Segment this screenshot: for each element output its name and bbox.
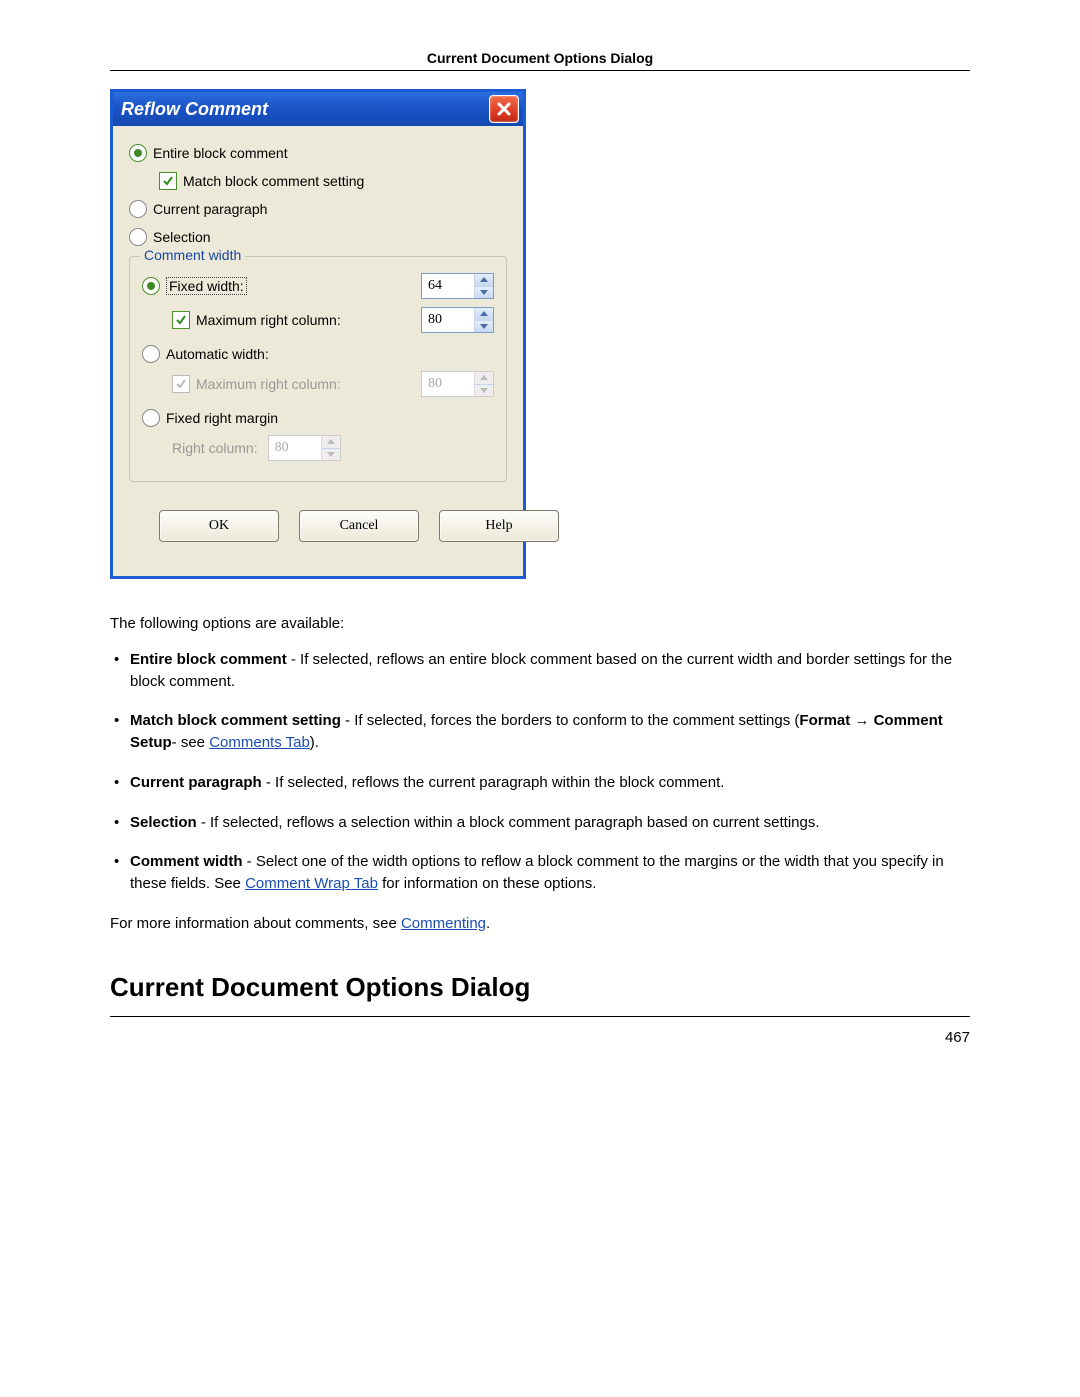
- fixed-width-input[interactable]: [422, 274, 474, 298]
- document-body: The following options are available: Ent…: [110, 613, 970, 1049]
- ok-button[interactable]: OK: [159, 510, 279, 542]
- checkbox-auto-max: [172, 375, 190, 393]
- dialog-titlebar: Reflow Comment: [113, 92, 523, 126]
- spin-up-icon[interactable]: [475, 308, 493, 321]
- auto-max-spinner: [421, 371, 494, 397]
- help-button[interactable]: Help: [439, 510, 559, 542]
- spin-down-icon[interactable]: [475, 287, 493, 299]
- list-item: Match block comment setting - If selecte…: [110, 710, 970, 754]
- comment-width-group: Comment width Fixed width:: [129, 256, 507, 482]
- checkbox-auto-max-label: Maximum right column:: [196, 376, 341, 392]
- checkbox-fixed-max[interactable]: [172, 311, 190, 329]
- radio-fixed-margin[interactable]: [142, 409, 160, 427]
- more-info-text: For more information about comments, see…: [110, 913, 970, 935]
- checkbox-match-setting-label: Match block comment setting: [183, 173, 364, 189]
- spin-up-icon[interactable]: [475, 274, 493, 287]
- cancel-button[interactable]: Cancel: [299, 510, 419, 542]
- fixed-max-spinner[interactable]: [421, 307, 494, 333]
- page-number: 467: [945, 1029, 970, 1046]
- close-icon[interactable]: [489, 95, 519, 123]
- radio-auto-width[interactable]: [142, 345, 160, 363]
- checkbox-match-setting[interactable]: [159, 172, 177, 190]
- radio-entire-block-label: Entire block comment: [153, 145, 288, 161]
- list-item: Selection - If selected, reflows a selec…: [110, 812, 970, 834]
- comment-wrap-tab-link[interactable]: Comment Wrap Tab: [245, 875, 378, 892]
- intro-text: The following options are available:: [110, 613, 970, 635]
- spin-down-icon[interactable]: [475, 321, 493, 333]
- spin-down-icon: [475, 385, 493, 397]
- radio-current-paragraph-label: Current paragraph: [153, 201, 267, 217]
- radio-selection[interactable]: [129, 228, 147, 246]
- right-column-label: Right column:: [172, 440, 258, 456]
- radio-fixed-width[interactable]: [142, 277, 160, 295]
- fixed-width-spinner[interactable]: [421, 273, 494, 299]
- spin-down-icon: [322, 449, 340, 461]
- list-item: Entire block comment - If selected, refl…: [110, 649, 970, 693]
- checkbox-fixed-max-label: Maximum right column:: [196, 312, 341, 328]
- radio-selection-label: Selection: [153, 229, 211, 245]
- list-item: Comment width - Select one of the width …: [110, 851, 970, 895]
- commenting-link[interactable]: Commenting: [401, 915, 486, 932]
- reflow-comment-dialog: Reflow Comment Entire block comment Matc…: [110, 89, 526, 579]
- radio-entire-block[interactable]: [129, 144, 147, 162]
- section-heading: Current Document Options Dialog: [110, 969, 970, 1007]
- fixed-max-input[interactable]: [422, 308, 474, 332]
- right-column-input: [269, 436, 321, 460]
- radio-current-paragraph[interactable]: [129, 200, 147, 218]
- radio-auto-width-label: Automatic width:: [166, 346, 269, 362]
- dialog-title: Reflow Comment: [121, 99, 268, 120]
- page-footer: 467: [110, 1016, 970, 1049]
- right-column-spinner: [268, 435, 341, 461]
- radio-fixed-width-label: Fixed width:: [166, 277, 247, 295]
- spin-up-icon: [475, 372, 493, 385]
- auto-max-input: [422, 372, 474, 396]
- radio-fixed-margin-label: Fixed right margin: [166, 410, 278, 426]
- spin-up-icon: [322, 436, 340, 449]
- page-header: Current Document Options Dialog: [110, 50, 970, 71]
- comments-tab-link[interactable]: Comments Tab: [209, 734, 310, 751]
- comment-width-legend: Comment width: [140, 247, 245, 263]
- list-item: Current paragraph - If selected, reflows…: [110, 772, 970, 794]
